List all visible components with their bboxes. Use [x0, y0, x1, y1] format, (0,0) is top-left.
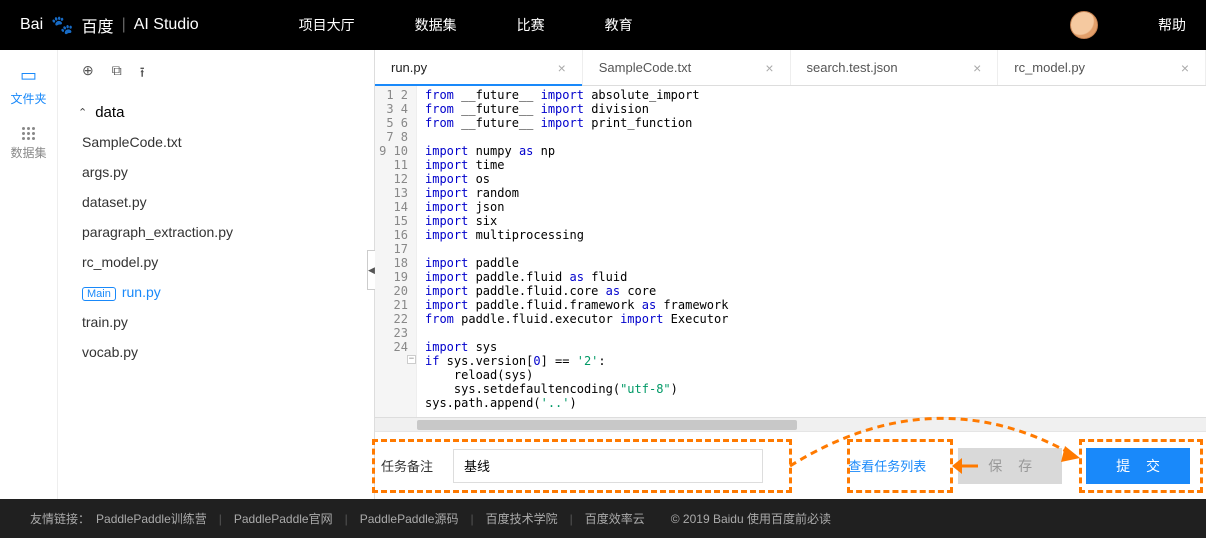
nav-datasets[interactable]: 数据集	[415, 15, 457, 35]
file-args[interactable]: args.py	[78, 157, 354, 187]
footer-copyright: © 2019 Baidu 使用百度前必读	[671, 510, 831, 527]
footer-label: 友情链接：	[30, 510, 90, 527]
horizontal-scrollbar[interactable]	[375, 417, 1206, 431]
view-task-list-link[interactable]: 查看任务列表	[848, 456, 926, 475]
save-button[interactable]: 保 存	[958, 448, 1062, 484]
line-gutter: 1 2 3 4 5 6 7 8 9 10 11 12 13 14 15 16 1…	[375, 86, 417, 417]
paw-icon: 🐾	[51, 15, 73, 36]
rail-files[interactable]: ▭ 文件夹	[10, 65, 46, 107]
tab-rcmodel[interactable]: rc_model.py×	[998, 50, 1206, 85]
footer-link-3[interactable]: 百度技术学院	[486, 510, 558, 527]
new-folder-icon[interactable]: ⧉	[112, 62, 122, 86]
tab-run[interactable]: run.py×	[375, 50, 583, 85]
task-bar: 任务备注 查看任务列表 保 存 提 交	[375, 431, 1206, 499]
task-note-label: 任务备注	[381, 456, 433, 475]
logo-studio: AI Studio	[134, 16, 199, 34]
code-editor[interactable]: 1 2 3 4 5 6 7 8 9 10 11 12 13 14 15 16 1…	[375, 86, 1206, 417]
upload-icon[interactable]: ⭱	[140, 62, 145, 86]
footer: 友情链接： PaddlePaddle训练营| PaddlePaddle官网| P…	[0, 499, 1206, 538]
footer-link-0[interactable]: PaddlePaddle训练营	[96, 510, 207, 527]
file-paragraph[interactable]: paragraph_extraction.py	[78, 217, 354, 247]
collapse-handle[interactable]: ◀	[367, 250, 375, 290]
grid-icon	[22, 127, 35, 140]
user-avatar[interactable]	[1070, 11, 1098, 39]
task-note-input[interactable]	[453, 449, 763, 483]
close-icon[interactable]: ×	[973, 60, 981, 76]
scrollbar-thumb[interactable]	[417, 420, 797, 430]
nav-education[interactable]: 教育	[605, 15, 633, 35]
new-file-icon[interactable]: ⊕	[82, 62, 94, 86]
file-sidebar: ⊕ ⧉ ⭱ ⌃ data SampleCode.txt args.py data…	[58, 50, 374, 499]
fold-marker[interactable]: −	[407, 355, 416, 364]
main-nav: 项目大厅 数据集 比赛 教育	[299, 15, 633, 35]
left-rail: ▭ 文件夹 数据集	[0, 50, 58, 499]
file-dataset[interactable]: dataset.py	[78, 187, 354, 217]
nav-projects[interactable]: 项目大厅	[299, 15, 355, 35]
footer-link-4[interactable]: 百度效率云	[585, 510, 645, 527]
chevron-down-icon: ⌃	[78, 106, 87, 119]
nav-competition[interactable]: 比赛	[517, 15, 545, 35]
file-vocab[interactable]: vocab.py	[78, 337, 354, 367]
file-samplecode[interactable]: SampleCode.txt	[78, 127, 354, 157]
folder-icon: ▭	[20, 65, 37, 86]
code-content[interactable]: from __future__ import absolute_import f…	[417, 86, 736, 417]
file-train[interactable]: train.py	[78, 307, 354, 337]
main-badge: Main	[82, 287, 116, 301]
close-icon[interactable]: ×	[765, 60, 773, 76]
top-header: Bai🐾百度 | AI Studio 项目大厅 数据集 比赛 教育 帮助	[0, 0, 1206, 50]
file-rcmodel[interactable]: rc_model.py	[78, 247, 354, 277]
close-icon[interactable]: ×	[1181, 60, 1189, 76]
logo[interactable]: Bai🐾百度 | AI Studio	[20, 13, 199, 37]
sidebar-toolbar: ⊕ ⧉ ⭱	[78, 62, 354, 86]
editor-tabs: run.py× SampleCode.txt× search.test.json…	[375, 50, 1206, 86]
tab-searchjson[interactable]: search.test.json×	[791, 50, 999, 85]
footer-link-2[interactable]: PaddlePaddle源码	[360, 510, 459, 527]
logo-text-bai: Bai	[20, 16, 43, 34]
folder-data[interactable]: ⌃ data	[78, 98, 354, 127]
tab-samplecode[interactable]: SampleCode.txt×	[583, 50, 791, 85]
editor-area: ◀ run.py× SampleCode.txt× search.test.js…	[374, 50, 1206, 499]
logo-text-du: 百度	[82, 13, 114, 37]
close-icon[interactable]: ×	[558, 60, 566, 76]
submit-button[interactable]: 提 交	[1086, 448, 1190, 484]
rail-dataset[interactable]: 数据集	[10, 127, 46, 161]
footer-link-1[interactable]: PaddlePaddle官网	[234, 510, 333, 527]
file-run-active[interactable]: Mainrun.py	[78, 277, 354, 307]
help-link[interactable]: 帮助	[1158, 15, 1186, 35]
